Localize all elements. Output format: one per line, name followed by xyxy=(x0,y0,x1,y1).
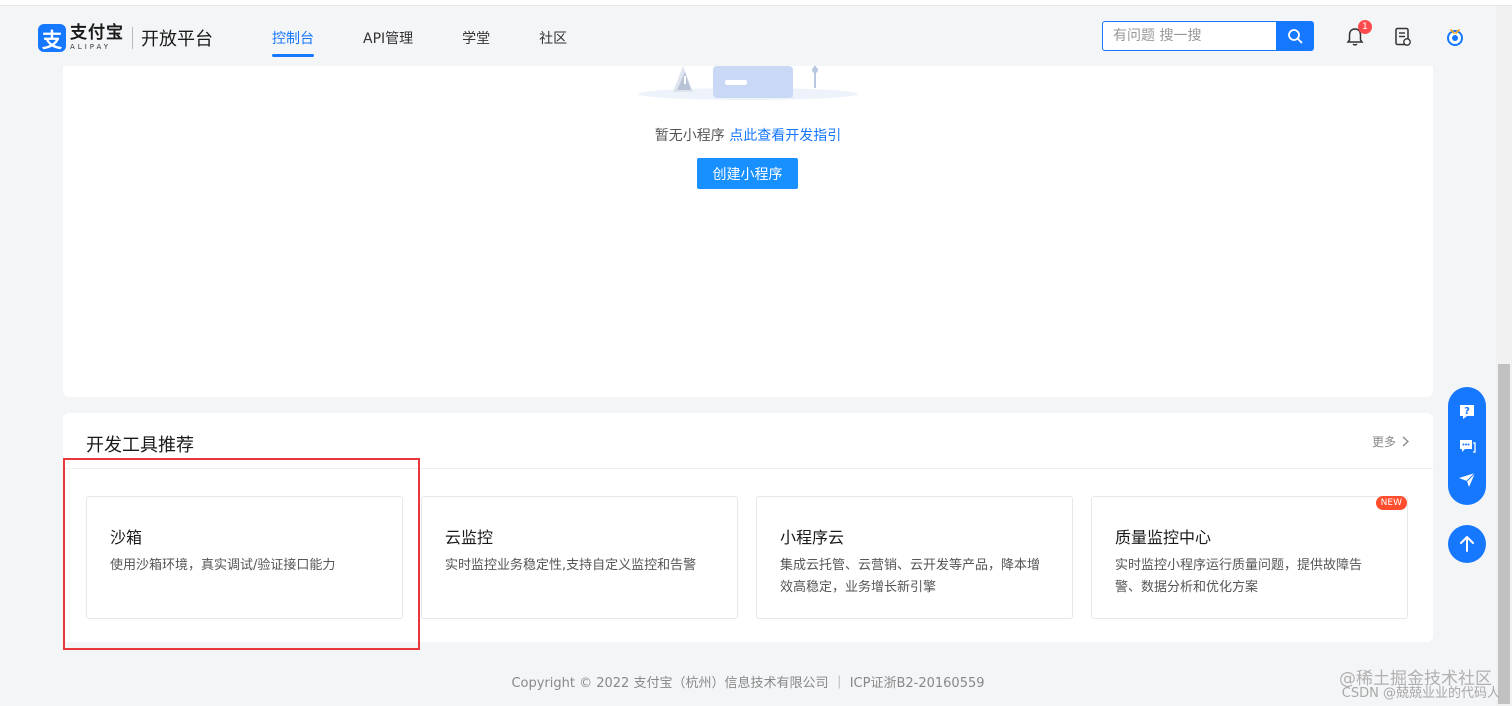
help-button[interactable]: ? xyxy=(1456,401,1478,423)
chevron-right-icon xyxy=(1402,436,1409,447)
tool-name: 云监控 xyxy=(445,528,494,547)
page-scrollbar[interactable] xyxy=(1496,6,1512,706)
miniprogram-empty-card: 暂无小程序 点此查看开发指引 创建小程序 xyxy=(63,66,1433,397)
nav-community[interactable]: 社区 xyxy=(539,28,567,48)
document-button[interactable] xyxy=(1392,26,1414,48)
dev-tools-header: 开发工具推荐 更多 xyxy=(63,413,1433,469)
alipay-logo[interactable]: 支 支付宝 ALIPAY 开放平台 xyxy=(38,24,213,52)
arrow-up-icon xyxy=(1460,536,1474,552)
watermark-csdn: CSDN @兢兢业业的代码人 xyxy=(1341,686,1500,701)
chat-button[interactable] xyxy=(1456,435,1478,457)
dev-guide-link[interactable]: 点此查看开发指引 xyxy=(729,128,841,144)
search-icon xyxy=(1288,29,1303,44)
more-label: 更多 xyxy=(1371,435,1396,449)
top-header: 支 支付宝 ALIPAY 开放平台 控制台 API管理 学堂 社区 1 xyxy=(0,6,1496,66)
more-tools-link[interactable]: 更多 xyxy=(1372,433,1409,450)
tool-name: 质量监控中心 xyxy=(1115,528,1212,547)
tool-card-quality-monitor[interactable]: 质量监控中心 实时监控小程序运行质量问题，提供故障告警、数据分析和优化方案 NE… xyxy=(1091,496,1408,619)
main-nav: 控制台 API管理 学堂 社区 xyxy=(272,28,616,57)
tool-desc: 使用沙箱环境，真实调试/验证接口能力 xyxy=(110,558,336,573)
logo-text-en: ALIPAY xyxy=(70,43,112,51)
notification-button[interactable]: 1 xyxy=(1344,20,1372,48)
user-avatar[interactable] xyxy=(1444,26,1466,48)
create-miniprogram-button[interactable]: 创建小程序 xyxy=(697,158,798,189)
empty-message: 暂无小程序 xyxy=(654,128,725,144)
new-badge: NEW xyxy=(1375,496,1407,510)
send-icon xyxy=(1459,472,1476,487)
svg-text:?: ? xyxy=(1464,406,1470,417)
search-button[interactable] xyxy=(1276,21,1314,51)
tool-card-cloud-monitor[interactable]: 云监控 实时监控业务稳定性,支持自定义监控和告警 xyxy=(421,496,738,619)
logo-divider xyxy=(132,27,133,49)
document-icon xyxy=(1395,27,1411,46)
alipay-logo-icon: 支 xyxy=(38,24,66,52)
back-to-top-button[interactable] xyxy=(1448,525,1486,563)
empty-illustration xyxy=(638,66,858,100)
scrollbar-thumb[interactable] xyxy=(1498,364,1510,704)
logo-text-cn: 支付宝 xyxy=(70,23,124,43)
tool-desc: 实时监控业务稳定性,支持自定义监控和告警 xyxy=(445,558,697,573)
chat-icon xyxy=(1460,440,1476,453)
notification-badge: 1 xyxy=(1358,20,1372,34)
floating-toolbar: ? xyxy=(1448,387,1486,505)
tool-desc: 实时监控小程序运行质量问题，提供故障告警、数据分析和优化方案 xyxy=(1115,558,1363,595)
feedback-button[interactable] xyxy=(1456,469,1478,491)
tool-name: 沙箱 xyxy=(110,528,143,547)
nav-api-management[interactable]: API管理 xyxy=(363,28,413,48)
nav-console[interactable]: 控制台 xyxy=(272,28,314,57)
help-icon: ? xyxy=(1460,405,1474,419)
tool-card-miniprogram-cloud[interactable]: 小程序云 集成云托管、云营销、云开发等产品，降本增效高稳定，业务增长新引擎 xyxy=(756,496,1073,619)
tool-desc: 集成云托管、云营销、云开发等产品，降本增效高稳定，业务增长新引擎 xyxy=(780,558,1041,595)
footer-copyright: Copyright © 2022 支付宝（杭州）信息技术有限公司 ｜ ICP证浙… xyxy=(511,676,985,691)
dev-tools-card: 开发工具推荐 更多 沙箱 使用沙箱环境，真实调试/验证接口能力 云监控 实时监控… xyxy=(63,413,1433,642)
search-input[interactable] xyxy=(1102,21,1276,51)
nav-academy[interactable]: 学堂 xyxy=(462,28,490,48)
platform-name: 开放平台 xyxy=(141,29,213,50)
tool-card-sandbox[interactable]: 沙箱 使用沙箱环境，真实调试/验证接口能力 xyxy=(86,496,403,619)
avatar-icon xyxy=(1447,29,1463,46)
dev-tools-title: 开发工具推荐 xyxy=(86,435,194,456)
tool-name: 小程序云 xyxy=(780,528,845,547)
search-box xyxy=(1102,21,1314,51)
